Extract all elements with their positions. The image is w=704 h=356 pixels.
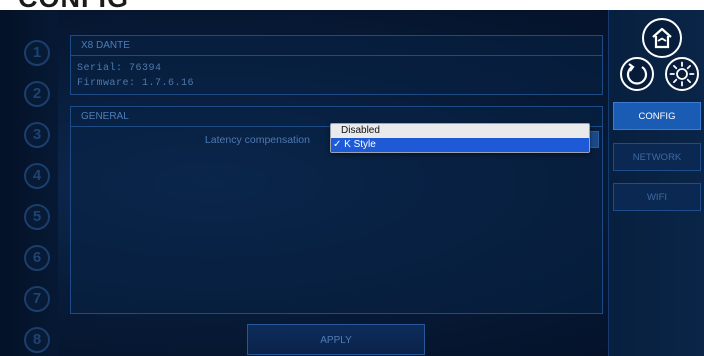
channel-button-7[interactable]: 7 — [24, 286, 50, 312]
nav-network[interactable]: NETWORK — [613, 143, 701, 171]
dropdown-option-disabled[interactable]: Disabled — [331, 124, 589, 138]
device-info-panel: X8 DANTE Serial: 76394 Firmware: 1.7.6.1… — [70, 35, 603, 95]
channel-button-8[interactable]: 8 — [24, 327, 50, 353]
channel-button-4[interactable]: 4 — [24, 163, 50, 189]
home-icon[interactable] — [642, 18, 682, 58]
serial-text: Serial: 76394 — [77, 63, 162, 74]
channel-button-6[interactable]: 6 — [24, 245, 50, 271]
channel-button-1[interactable]: 1 — [24, 40, 50, 66]
nav-wifi[interactable]: WIFI — [613, 183, 701, 211]
brightness-icon[interactable] — [665, 57, 699, 91]
latency-dropdown-menu: Disabled ✓ K Style — [330, 123, 590, 153]
refresh-icon[interactable] — [620, 57, 654, 91]
device-name: X8 DANTE — [71, 36, 602, 56]
channel-button-5[interactable]: 5 — [24, 204, 50, 230]
apply-button[interactable]: APPLY — [247, 324, 425, 355]
channel-button-2[interactable]: 2 — [24, 81, 50, 107]
channel-button-3[interactable]: 3 — [24, 122, 50, 148]
latency-compensation-label: Latency compensation — [204, 134, 310, 146]
firmware-text: Firmware: 1.7.6.16 — [77, 78, 195, 89]
channel-rail: 1 2 3 4 5 6 7 8 — [0, 10, 58, 356]
nav-config[interactable]: CONFIG — [613, 102, 701, 130]
dropdown-option-k-style[interactable]: ✓ K Style — [331, 138, 589, 152]
